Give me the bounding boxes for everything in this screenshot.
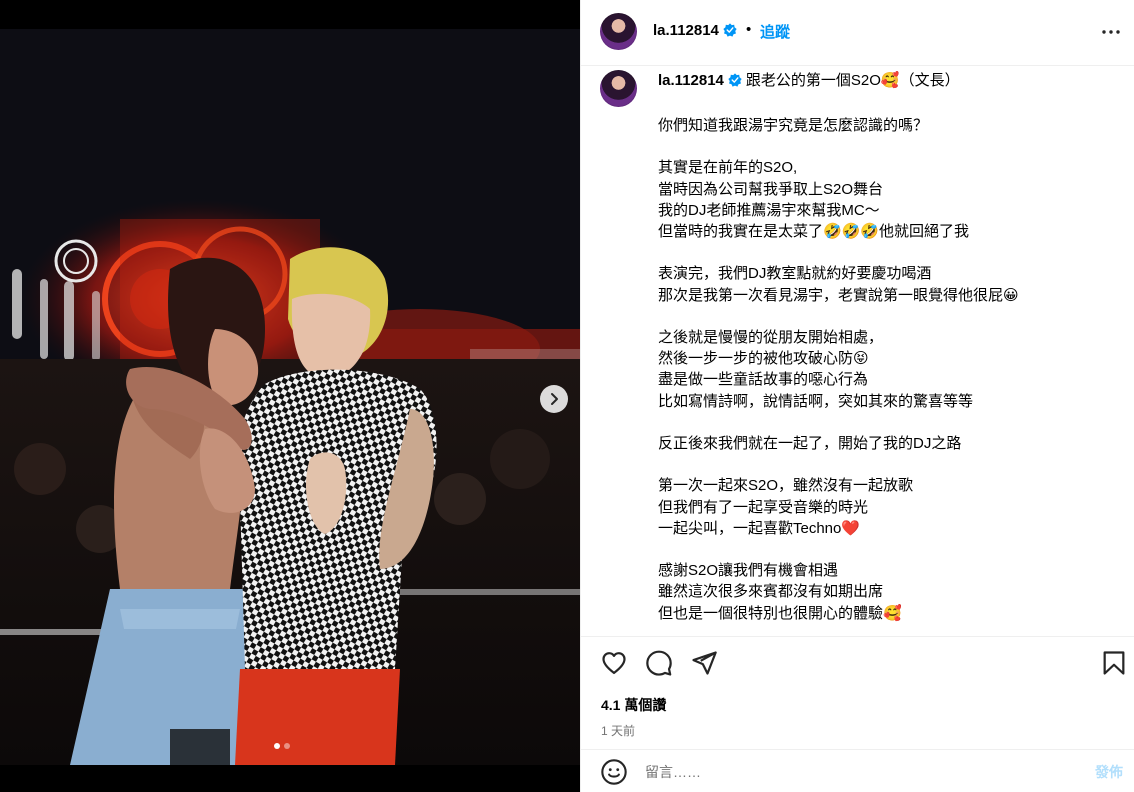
- post-comment-button[interactable]: 發佈: [1095, 762, 1123, 782]
- avatar[interactable]: [600, 13, 637, 50]
- verified-badge-icon: [723, 23, 737, 37]
- carousel-indicator: [274, 743, 290, 749]
- post-photo[interactable]: [0, 29, 580, 765]
- header-separator: •: [746, 21, 752, 38]
- emoji-icon[interactable]: [600, 758, 628, 786]
- username[interactable]: la.112814: [653, 22, 737, 39]
- caption-username[interactable]: la.112814: [658, 72, 724, 89]
- caption-title: 跟老公的第一個S2O🥰（文長）: [745, 72, 960, 89]
- chevron-right-icon: [551, 393, 558, 405]
- paper-plane-icon[interactable]: [690, 649, 718, 677]
- caption-avatar[interactable]: [600, 70, 637, 107]
- post-media: [0, 0, 580, 792]
- carousel-dot: [284, 743, 290, 749]
- username-text[interactable]: la.112814: [653, 22, 719, 39]
- post-caption: la.112814 跟老公的第一個S2O🥰（文長） 你們知道我跟湯宇究竟是怎麼認識…: [581, 66, 1134, 636]
- heart-icon[interactable]: [600, 649, 628, 677]
- post-timestamp[interactable]: 1 天前: [601, 722, 635, 739]
- carousel-dot-active: [274, 743, 280, 749]
- more-options-icon[interactable]: [1099, 20, 1123, 44]
- follow-button[interactable]: 追蹤: [760, 21, 790, 42]
- carousel-next-button[interactable]: [540, 385, 568, 413]
- photo-illustration: [0, 29, 580, 765]
- post-side-panel: la.112814 • 追蹤 la.112814 跟老公的第一個S2O🥰（文長） …: [580, 0, 1134, 792]
- verified-badge-icon: [728, 73, 742, 87]
- post-actions: 4.1 萬個讚 1 天前 發佈: [581, 636, 1134, 792]
- likes-count[interactable]: 4.1 萬個讚: [601, 695, 666, 715]
- post-header: la.112814 • 追蹤: [581, 0, 1134, 66]
- comment-bubble-icon[interactable]: [645, 649, 673, 677]
- comment-bar: 發佈: [581, 749, 1134, 792]
- caption-header: la.112814 跟老公的第一個S2O🥰（文長）: [658, 71, 960, 91]
- bookmark-icon[interactable]: [1100, 649, 1128, 677]
- caption-body: 你們知道我跟湯宇究竟是怎麼認識的嗎？ 其實是在前年的S2O, 當時因為公司幫我爭…: [658, 117, 1019, 622]
- comment-input[interactable]: [645, 760, 1045, 784]
